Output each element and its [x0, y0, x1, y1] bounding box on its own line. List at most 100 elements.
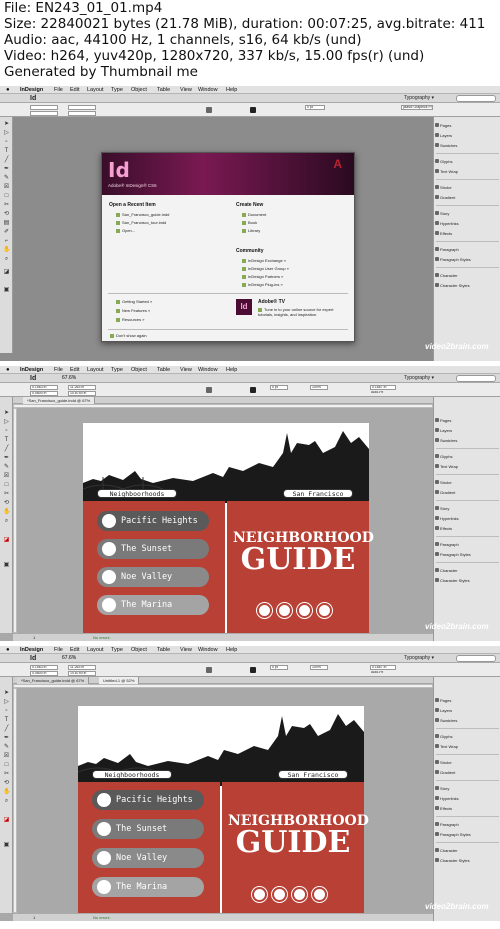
- panel-character-styles[interactable]: Character Styles: [435, 578, 470, 583]
- menu-layout[interactable]: Layout: [87, 646, 104, 654]
- w-field[interactable]: [68, 105, 96, 110]
- neighborhood-pill[interactable]: The Marina: [97, 595, 209, 615]
- search-input[interactable]: [456, 375, 496, 382]
- panel-pages[interactable]: Pages: [434, 698, 451, 703]
- rectangle-tool-icon[interactable]: □: [3, 193, 10, 199]
- recent-item[interactable]: San_Francisco_guide.indd: [116, 212, 169, 217]
- stroke-offset-field[interactable]: 0.1667 in: [370, 385, 396, 390]
- menu-table[interactable]: Table: [157, 366, 170, 374]
- x-field[interactable]: [30, 105, 58, 110]
- panel-glyphs[interactable]: Glyphs: [434, 159, 452, 164]
- menu-app[interactable]: InDesign: [20, 646, 43, 654]
- object-style-field[interactable]: [Basic Graphics Frame]: [401, 105, 433, 110]
- zoom-tool-icon[interactable]: ⌕: [3, 518, 10, 524]
- screen-mode-icon[interactable]: ▣: [3, 562, 10, 568]
- menu-file[interactable]: File: [54, 86, 63, 94]
- panel-hyperlinks[interactable]: Hyperlinks: [435, 796, 459, 801]
- menu-app[interactable]: InDesign: [20, 366, 43, 374]
- neighborhood-pill[interactable]: Noe Valley: [92, 848, 204, 868]
- fill-icon[interactable]: [206, 387, 212, 393]
- panel-paragraph[interactable]: Paragraph: [435, 542, 459, 547]
- gradient-tool-icon[interactable]: ▤: [3, 220, 10, 226]
- transform-tool-icon[interactable]: ⟲: [3, 211, 10, 217]
- menu-layout[interactable]: Layout: [87, 366, 104, 374]
- selection-tool-icon[interactable]: ➤: [3, 121, 10, 127]
- page-tool-icon[interactable]: ▫: [3, 708, 10, 714]
- dont-show-checkbox[interactable]: Don't show again: [110, 333, 147, 338]
- panel-pages[interactable]: Pages: [434, 418, 451, 423]
- preflight-status[interactable]: No errors: [93, 634, 110, 641]
- stroke-icon[interactable]: [250, 387, 256, 393]
- pen-tool-icon[interactable]: ✒: [3, 166, 10, 172]
- screen-mode-icon[interactable]: ▣: [3, 842, 10, 848]
- panel-paragraph-styles[interactable]: Paragraph Styles: [435, 832, 471, 837]
- scissors-tool-icon[interactable]: ✂: [3, 771, 10, 777]
- fill-stroke-swatch-icon[interactable]: ◪: [3, 537, 10, 543]
- panel-glyphs[interactable]: Glyphs: [434, 454, 452, 459]
- h-field[interactable]: [68, 111, 96, 116]
- page-tool-icon[interactable]: ▫: [3, 139, 10, 145]
- community-link[interactable]: InDesign Partners »: [242, 274, 283, 279]
- x-field[interactable]: 0.1563 in: [30, 665, 58, 670]
- menu-file[interactable]: File: [54, 646, 63, 654]
- h-field[interactable]: 10.8750 in: [68, 671, 96, 676]
- menu-help[interactable]: Help: [226, 646, 237, 654]
- panel-hyperlinks[interactable]: Hyperlinks: [435, 221, 459, 226]
- tab-san-francisco-guide[interactable]: *San_Francisco_guide.indd @ 67%: [17, 677, 90, 684]
- workspace-switcher[interactable]: Typography ▾: [404, 654, 434, 663]
- menu-edit[interactable]: Edit: [70, 366, 79, 374]
- page-number[interactable]: 1: [33, 634, 35, 641]
- panel-paragraph-styles[interactable]: Paragraph Styles: [435, 552, 471, 557]
- panel-swatches[interactable]: Swatches: [434, 143, 457, 148]
- preflight-status[interactable]: No errors: [93, 914, 110, 921]
- panel-character[interactable]: Character: [435, 848, 458, 853]
- hand-tool-icon[interactable]: ✋: [3, 509, 10, 515]
- neighborhood-pill[interactable]: The Sunset: [97, 539, 209, 559]
- panel-gradient[interactable]: Gradient: [434, 490, 455, 495]
- pen-tool-icon[interactable]: ✒: [3, 455, 10, 461]
- type-tool-icon[interactable]: T: [3, 717, 10, 723]
- menu-type[interactable]: Type: [111, 86, 123, 94]
- menu-edit[interactable]: Edit: [70, 646, 79, 654]
- panel-layers[interactable]: Layers: [434, 428, 452, 433]
- neighborhood-pill[interactable]: The Sunset: [92, 819, 204, 839]
- panel-stroke[interactable]: Stroke: [435, 480, 452, 485]
- panel-character[interactable]: Character: [435, 568, 458, 573]
- menu-layout[interactable]: Layout: [87, 86, 104, 94]
- direct-selection-tool-icon[interactable]: ▷: [3, 130, 10, 136]
- panel-character[interactable]: Character: [435, 273, 458, 278]
- neighborhood-pill[interactable]: Pacific Heights: [92, 790, 204, 810]
- fill-icon[interactable]: [206, 107, 212, 113]
- menu-edit[interactable]: Edit: [70, 86, 79, 94]
- y-field[interactable]: [30, 111, 58, 116]
- recent-item[interactable]: San_Francisco_tour.indd: [116, 220, 166, 225]
- menu-view[interactable]: View: [180, 366, 192, 374]
- fill-stroke-swatch-icon[interactable]: ◪: [3, 817, 10, 823]
- zoom-tool-icon[interactable]: ⌕: [3, 256, 10, 262]
- zoom-level[interactable]: 67.6%: [62, 374, 76, 383]
- create-document[interactable]: Document: [242, 212, 266, 217]
- panel-character-styles[interactable]: Character Styles: [435, 283, 470, 288]
- menu-file[interactable]: File: [54, 366, 63, 374]
- zoom-tool-icon[interactable]: ⌕: [3, 798, 10, 804]
- menu-view[interactable]: View: [180, 86, 192, 94]
- stroke-icon[interactable]: [250, 667, 256, 673]
- note-tool-icon[interactable]: ✐: [3, 229, 10, 235]
- panel-effects[interactable]: Effects: [434, 806, 452, 811]
- neighborhood-pill[interactable]: Pacific Heights: [97, 511, 209, 531]
- menu-object[interactable]: Object: [131, 86, 147, 94]
- menu-window[interactable]: Window: [198, 646, 218, 654]
- direct-selection-tool-icon[interactable]: ▷: [3, 419, 10, 425]
- screen-mode-icon[interactable]: ▣: [3, 287, 10, 293]
- panel-stroke[interactable]: Stroke: [435, 185, 452, 190]
- panel-pages[interactable]: Pages: [434, 123, 451, 128]
- menu-window[interactable]: Window: [198, 366, 218, 374]
- autofit-checkbox[interactable]: Auto-Fit: [370, 671, 396, 676]
- label-neighborhoods[interactable]: Neighboorhoods: [97, 489, 177, 498]
- menu-table[interactable]: Table: [157, 646, 170, 654]
- hand-tool-icon[interactable]: ✋: [3, 247, 10, 253]
- panel-gradient[interactable]: Gradient: [434, 770, 455, 775]
- selection-tool-icon[interactable]: ➤: [3, 410, 10, 416]
- create-library[interactable]: Library: [242, 228, 260, 233]
- menu-window[interactable]: Window: [198, 86, 218, 94]
